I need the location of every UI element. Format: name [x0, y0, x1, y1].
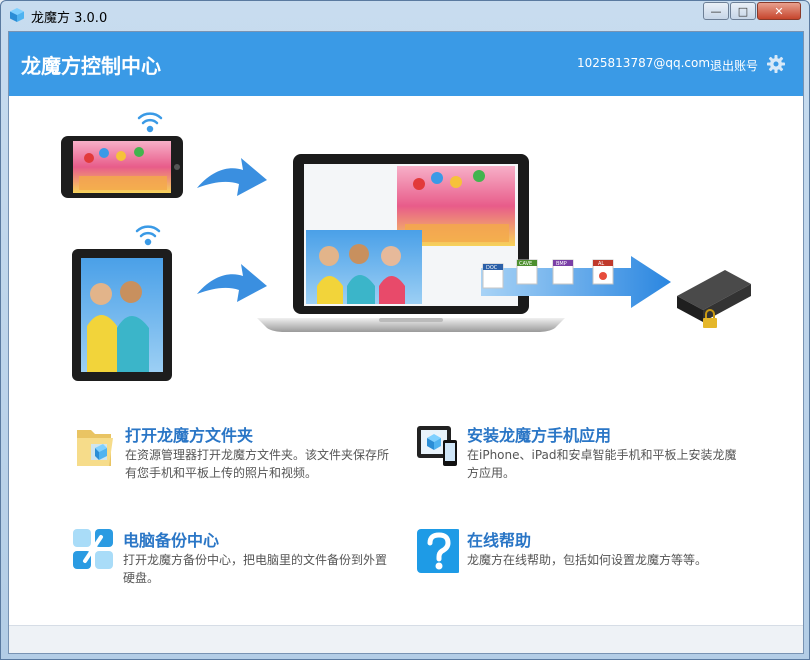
window-title: 龙魔方 3.0.0: [31, 11, 108, 26]
app-window: 龙魔方 3.0.0 — □ ✕ 龙魔方控制中心 1025813787@qq.co…: [0, 0, 810, 660]
help-icon: [417, 529, 459, 573]
cave-file-icon: CAVE: [516, 259, 538, 285]
wifi-icon: [137, 112, 163, 133]
maximize-button[interactable]: □: [730, 2, 756, 20]
title-bar[interactable]: 龙魔方 3.0.0 — □ ✕: [1, 1, 809, 31]
open-folder-link[interactable]: 打开龙魔方文件夹: [125, 422, 253, 446]
account-email: 1025813787@qq.com: [577, 56, 711, 70]
cave-file-label: CAVE: [519, 261, 532, 267]
install-app-feature[interactable]: 安装龙魔方手机应用 在iPhone、iPad和安卓智能手机和平板上安装龙魔方应用…: [415, 422, 745, 482]
backup-center-feature[interactable]: 电脑备份中心 打开龙魔方备份中心，把电脑里的文件备份到外置硬盘。: [71, 527, 401, 587]
install-app-desc: 在iPhone、iPad和安卓智能手机和平板上安装龙魔方应用。: [467, 448, 737, 480]
window-controls: — □ ✕: [702, 2, 801, 20]
page-title: 龙魔方控制中心: [21, 54, 161, 78]
transfer-arrow-icon: [197, 264, 267, 302]
backup-center-desc: 打开龙魔方备份中心，把电脑里的文件备份到外置硬盘。: [123, 553, 388, 585]
minimize-button[interactable]: —: [703, 2, 729, 20]
doc-file-label: DOC: [486, 265, 498, 271]
image-file-label: AL: [598, 261, 604, 267]
online-help-link[interactable]: 在线帮助: [467, 527, 531, 551]
phone-device: [61, 136, 183, 198]
wifi-icon: [135, 225, 161, 246]
backup-center-link[interactable]: 电脑备份中心: [123, 527, 219, 551]
bmp-file-label: BMP: [556, 261, 567, 267]
image-file-icon: AL: [592, 259, 614, 285]
sync-illustration: DOC CAVE BMP AL: [61, 112, 751, 381]
install-app-link[interactable]: 安装龙魔方手机应用: [467, 422, 611, 446]
laptop-device: [257, 154, 565, 332]
external-drive-icon: [677, 270, 751, 328]
open-folder-desc: 在资源管理器打开龙魔方文件夹。该文件夹保存所有您手机和平板上传的照片和视频。: [125, 448, 390, 480]
close-button[interactable]: ✕: [757, 2, 801, 20]
gear-icon[interactable]: [766, 54, 786, 74]
online-help-desc: 龙魔方在线帮助，包括如何设置龙魔方等等。: [467, 553, 708, 567]
online-help-feature[interactable]: 在线帮助 龙魔方在线帮助，包括如何设置龙魔方等等。: [415, 527, 745, 587]
backup-icon: [73, 529, 113, 569]
devices-icon: [417, 426, 457, 466]
logout-link[interactable]: 退出账号: [710, 57, 758, 74]
doc-file-icon: DOC: [482, 263, 504, 289]
status-footer: [9, 625, 803, 653]
transfer-arrow-icon: [197, 158, 267, 196]
bmp-file-icon: BMP: [552, 259, 574, 285]
open-folder-feature[interactable]: 打开龙魔方文件夹 在资源管理器打开龙魔方文件夹。该文件夹保存所有您手机和平板上传…: [73, 422, 403, 482]
header-bar: 龙魔方控制中心 1025813787@qq.com 退出账号: [9, 32, 803, 96]
app-cube-icon: [10, 8, 24, 22]
folder-icon: [77, 430, 113, 466]
tablet-device: [72, 249, 172, 381]
main-panel: 龙魔方控制中心 1025813787@qq.com 退出账号 DOC CAVE …: [8, 31, 804, 654]
